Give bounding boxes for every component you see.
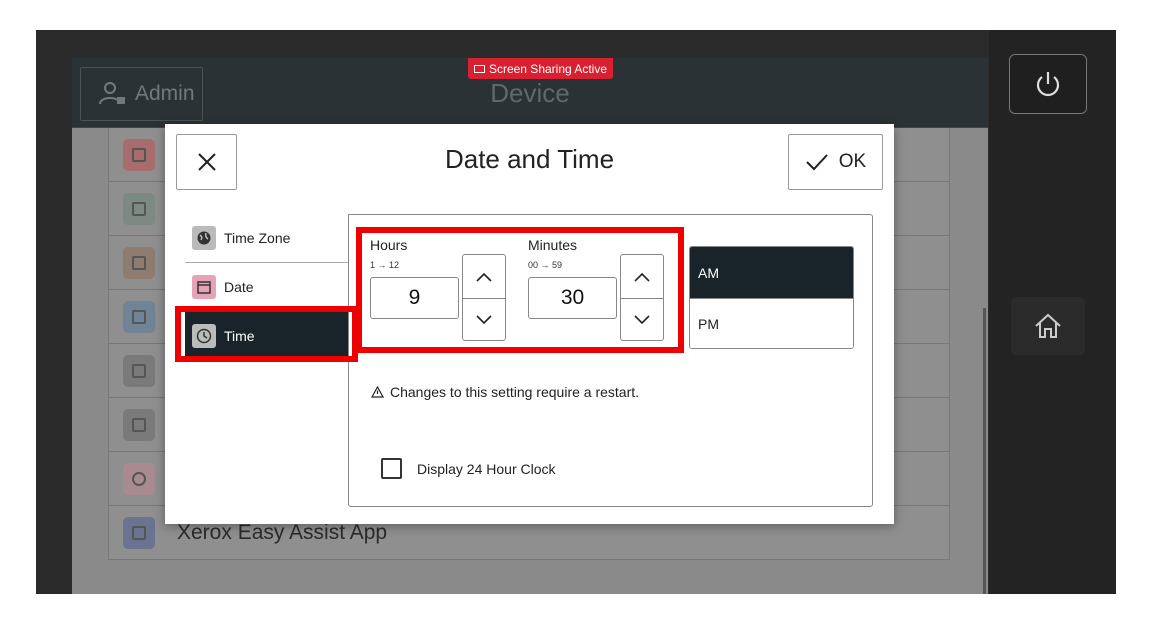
minutes-label: Minutes xyxy=(528,237,578,253)
ok-label: OK xyxy=(838,151,867,172)
tab-date[interactable]: Date xyxy=(185,263,349,312)
app-icon xyxy=(123,408,155,441)
dialog-title: Date and Time xyxy=(444,144,615,174)
checkmark-icon xyxy=(806,154,828,171)
app-header: Admin Device Screen Sharing Active xyxy=(72,58,988,128)
power-button[interactable] xyxy=(1009,54,1087,114)
tab-time-zone[interactable]: Time Zone xyxy=(185,214,349,263)
chevron-down-icon xyxy=(476,315,492,325)
clock-icon xyxy=(192,324,216,348)
app-icon xyxy=(123,138,155,171)
restart-notice: Changes to this setting require a restar… xyxy=(371,384,639,400)
display-24h-checkbox[interactable] xyxy=(381,458,402,479)
minutes-range: 00 → 59 xyxy=(528,260,563,270)
app-icon xyxy=(123,192,155,225)
app-icon xyxy=(123,300,155,333)
display-24h-label: Display 24 Hour Clock xyxy=(417,460,556,477)
hours-decrement-button[interactable] xyxy=(463,298,505,341)
power-icon xyxy=(1036,72,1060,97)
display-24h-option: Display 24 Hour Clock xyxy=(381,458,556,479)
hours-label: Hours xyxy=(370,237,408,253)
tab-label: Time xyxy=(224,328,255,344)
minutes-input[interactable]: 30 xyxy=(528,277,617,319)
home-icon xyxy=(1035,313,1061,338)
app-icon xyxy=(123,246,155,279)
tab-label: Date xyxy=(224,279,254,295)
app-icon xyxy=(123,354,155,387)
minutes-increment-button[interactable] xyxy=(621,255,663,298)
chevron-down-icon xyxy=(634,315,650,325)
document-icon xyxy=(123,516,155,549)
am-option[interactable]: AM xyxy=(690,247,853,298)
tab-label: Time Zone xyxy=(224,230,291,246)
hours-input[interactable]: 9 xyxy=(370,277,459,319)
settings-tabs: Time Zone Date Time xyxy=(185,214,349,361)
chevron-up-icon xyxy=(634,272,650,282)
hours-stepper xyxy=(462,254,506,341)
warning-icon xyxy=(371,386,384,398)
hours-increment-button[interactable] xyxy=(463,255,505,298)
screen-sharing-badge: Screen Sharing Active xyxy=(468,58,613,79)
scrollbar[interactable] xyxy=(983,308,986,594)
minutes-decrement-button[interactable] xyxy=(621,298,663,341)
screen-share-icon xyxy=(473,64,485,73)
minutes-stepper xyxy=(620,254,664,341)
chevron-up-icon xyxy=(476,272,492,282)
hours-range: 1 → 12 xyxy=(370,260,400,270)
pm-option[interactable]: PM xyxy=(690,298,853,348)
tab-time[interactable]: Time xyxy=(185,312,349,361)
calendar-icon xyxy=(192,275,216,299)
globe-icon xyxy=(192,226,216,250)
am-pm-selector: AM PM xyxy=(689,246,854,349)
home-button[interactable] xyxy=(1011,297,1085,355)
app-title: Device xyxy=(490,78,570,108)
restart-notice-text: Changes to this setting require a restar… xyxy=(390,384,640,400)
screen-sharing-label: Screen Sharing Active xyxy=(488,61,608,76)
list-item-label: Xerox Easy Assist App xyxy=(177,520,388,544)
ok-button[interactable]: OK xyxy=(788,134,883,190)
cloud-upload-icon xyxy=(123,462,155,495)
date-time-dialog: Date and Time OK Time Zone Date Time Hou… xyxy=(165,124,894,524)
